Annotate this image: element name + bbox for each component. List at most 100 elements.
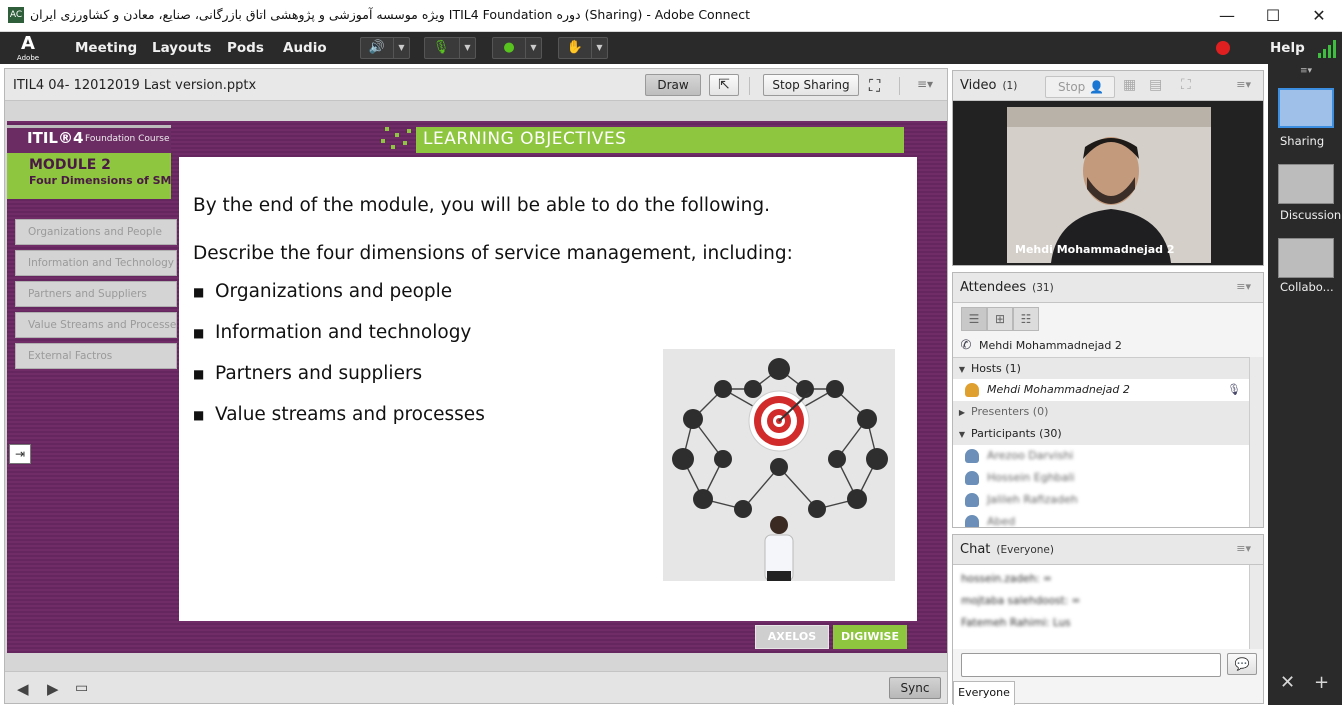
slide-bullet: ■ Organizations and people	[193, 281, 452, 302]
fullscreen-icon[interactable]: ⛶	[869, 76, 880, 96]
microphone-toggle-button[interactable]: 🎙 ▼	[424, 37, 476, 59]
stop-video-button[interactable]: Stop 👤	[1045, 76, 1115, 98]
chat-pod-title-text: Chat	[960, 542, 991, 557]
presenters-group-header[interactable]: ▶ Presenters (0)	[953, 401, 1249, 423]
presentation-slide: ITIL®4 Foundation Course MODULE 2 Four D…	[7, 121, 947, 653]
rail-menu-icon[interactable]: ≡▾	[1300, 66, 1312, 76]
participant-row[interactable]: Hossein Eghbali	[953, 467, 1249, 489]
attendees-pod-title: Attendees (31)	[960, 280, 1054, 295]
previous-slide-icon[interactable]: ◀	[17, 680, 29, 698]
participant-name: Arezoo Darvishi	[987, 449, 1074, 462]
layout-discussion-label[interactable]: Discussion	[1280, 208, 1341, 222]
pod-menu-icon[interactable]: ≡▾	[917, 77, 933, 91]
video-pod-menu-icon[interactable]: ≡▾	[1236, 78, 1251, 91]
slide-bullet-text: Information and technology	[215, 322, 472, 343]
sidebar-toggle-icon[interactable]: ▭	[75, 680, 88, 696]
participant-user-icon	[965, 493, 979, 507]
module-subtitle: Four Dimensions of SM	[29, 174, 172, 187]
chat-pod-menu-icon[interactable]: ≡▾	[1236, 542, 1251, 555]
menu-audio[interactable]: Audio	[283, 40, 327, 56]
grid-layout-icon[interactable]: ▦	[1123, 77, 1136, 93]
slide-bullet: ■ Value streams and processes	[193, 404, 485, 425]
microphone-dropdown-icon[interactable]: ▼	[459, 38, 475, 58]
menu-layouts[interactable]: Layouts	[152, 40, 211, 56]
participant-row[interactable]: Abed	[953, 511, 1249, 527]
speaker-toggle-button[interactable]: 🔊 ▼	[360, 37, 410, 59]
layout-discussion-thumb[interactable]	[1278, 164, 1334, 204]
maximize-button[interactable]: ☐	[1250, 0, 1296, 31]
bullet-icon: ■	[193, 285, 205, 299]
pointer-icon: ⇱	[718, 77, 730, 93]
window-title: ویژه موسسه آموزشی و پژوهشی اتاق بازرگانی…	[30, 7, 751, 22]
participant-row[interactable]: Arezoo Darvishi	[953, 445, 1249, 467]
host-name: Mehdi Mohammadnejad 2	[987, 383, 1130, 396]
raise-hand-dropdown-icon[interactable]: ▼	[591, 38, 607, 58]
recording-indicator-icon[interactable]	[1216, 41, 1230, 55]
presenters-group-label: Presenters (0)	[971, 405, 1049, 418]
draw-button[interactable]: Draw	[645, 74, 701, 96]
participant-user-icon	[965, 515, 979, 527]
layout-sharing-thumb[interactable]	[1278, 88, 1334, 128]
speaker-icon: 🔊	[368, 40, 386, 55]
video-pod-title-text: Video	[960, 78, 997, 93]
connection-signal-icon	[1318, 38, 1340, 58]
layout-collaboration-thumb[interactable]	[1278, 238, 1334, 278]
pointer-button[interactable]: ⇱	[709, 74, 739, 96]
video-pod-title: Video (1)	[960, 78, 1017, 93]
participant-row[interactable]: Jalileh Rafizadeh	[953, 489, 1249, 511]
list-view-icon[interactable]: ☰	[961, 307, 987, 331]
attendees-view-toolbar: ☰ ⊞ ☷	[957, 307, 1047, 331]
participant-user-icon	[965, 471, 979, 485]
chat-tab-everyone[interactable]: Everyone	[953, 681, 1015, 705]
menu-pods[interactable]: Pods	[227, 40, 264, 56]
decor-dot	[381, 139, 385, 143]
status-view-icon[interactable]: ☷	[1013, 307, 1039, 331]
attendees-pod-header: Attendees (31) ≡▾	[953, 273, 1263, 303]
manage-layouts-icon[interactable]: ✕	[1280, 672, 1295, 693]
host-row[interactable]: Mehdi Mohammadnejad 2 🎙	[953, 379, 1249, 401]
decor-dot	[391, 145, 395, 149]
participants-group-header[interactable]: ▼ Participants (30)	[953, 423, 1249, 445]
next-slide-icon[interactable]: ▶	[47, 680, 59, 698]
axelos-logo: AXELOS	[755, 625, 829, 649]
webcam-toggle-button[interactable]: ● ▼	[492, 37, 542, 59]
layout-sharing-label[interactable]: Sharing	[1280, 134, 1324, 148]
stop-sharing-button[interactable]: Stop Sharing	[763, 74, 859, 96]
chat-pod-title: Chat (Everyone)	[960, 542, 1054, 557]
breakout-view-icon[interactable]: ⊞	[987, 307, 1013, 331]
webcam-dropdown-icon[interactable]: ▼	[525, 38, 541, 58]
module-title: MODULE 2	[29, 157, 111, 173]
raise-hand-button[interactable]: ✋ ▼	[558, 37, 608, 59]
webcam-person-graphic	[1007, 107, 1211, 263]
expand-video-icon[interactable]: ⛶	[1181, 77, 1191, 93]
user-icon: 👤	[1089, 80, 1105, 94]
slide-collapse-icon[interactable]: ⇥	[9, 444, 31, 464]
send-message-button[interactable]: 💬	[1227, 653, 1257, 675]
filmstrip-layout-icon[interactable]: ▤	[1149, 77, 1162, 93]
sync-button[interactable]: Sync	[889, 677, 941, 699]
expand-arrow-icon: ▼	[958, 365, 966, 374]
minimize-button[interactable]: —	[1204, 0, 1250, 31]
chat-input[interactable]	[961, 653, 1221, 677]
menu-meeting[interactable]: Meeting	[75, 40, 137, 56]
decor-dot	[385, 127, 389, 131]
slide-brand-subtitle: Foundation Course	[85, 134, 170, 144]
collapse-arrow-icon: ▶	[958, 408, 966, 417]
speaker-dropdown-icon[interactable]: ▼	[393, 38, 409, 58]
close-button[interactable]: ✕	[1296, 0, 1342, 31]
layout-collaboration-label[interactable]: Collabo...	[1280, 280, 1334, 294]
chat-message: mojtaba salehdoost: =	[961, 595, 1081, 607]
menu-help[interactable]: Help	[1270, 40, 1305, 56]
hosts-group-header[interactable]: ▼ Hosts (1)	[953, 357, 1249, 379]
chat-scrollbar[interactable]	[1249, 565, 1263, 649]
current-user-row[interactable]: ✆ Mehdi Mohammadnejad 2	[953, 335, 1249, 357]
current-user-name: Mehdi Mohammadnejad 2	[979, 339, 1122, 352]
slide-side-item: Organizations and People	[15, 219, 177, 245]
attendees-scrollbar[interactable]	[1249, 357, 1263, 527]
webcam-video-feed: Mehdi Mohammadnejad 2	[1007, 107, 1211, 263]
chat-pod-header: Chat (Everyone) ≡▾	[953, 535, 1263, 565]
add-layout-icon[interactable]: +	[1314, 672, 1329, 693]
attendees-pod-menu-icon[interactable]: ≡▾	[1236, 280, 1251, 293]
slide-decor-dots	[379, 125, 415, 151]
window-titlebar: AC ویژه موسسه آموزشی و پژوهشی اتاق بازرگ…	[0, 0, 1342, 32]
